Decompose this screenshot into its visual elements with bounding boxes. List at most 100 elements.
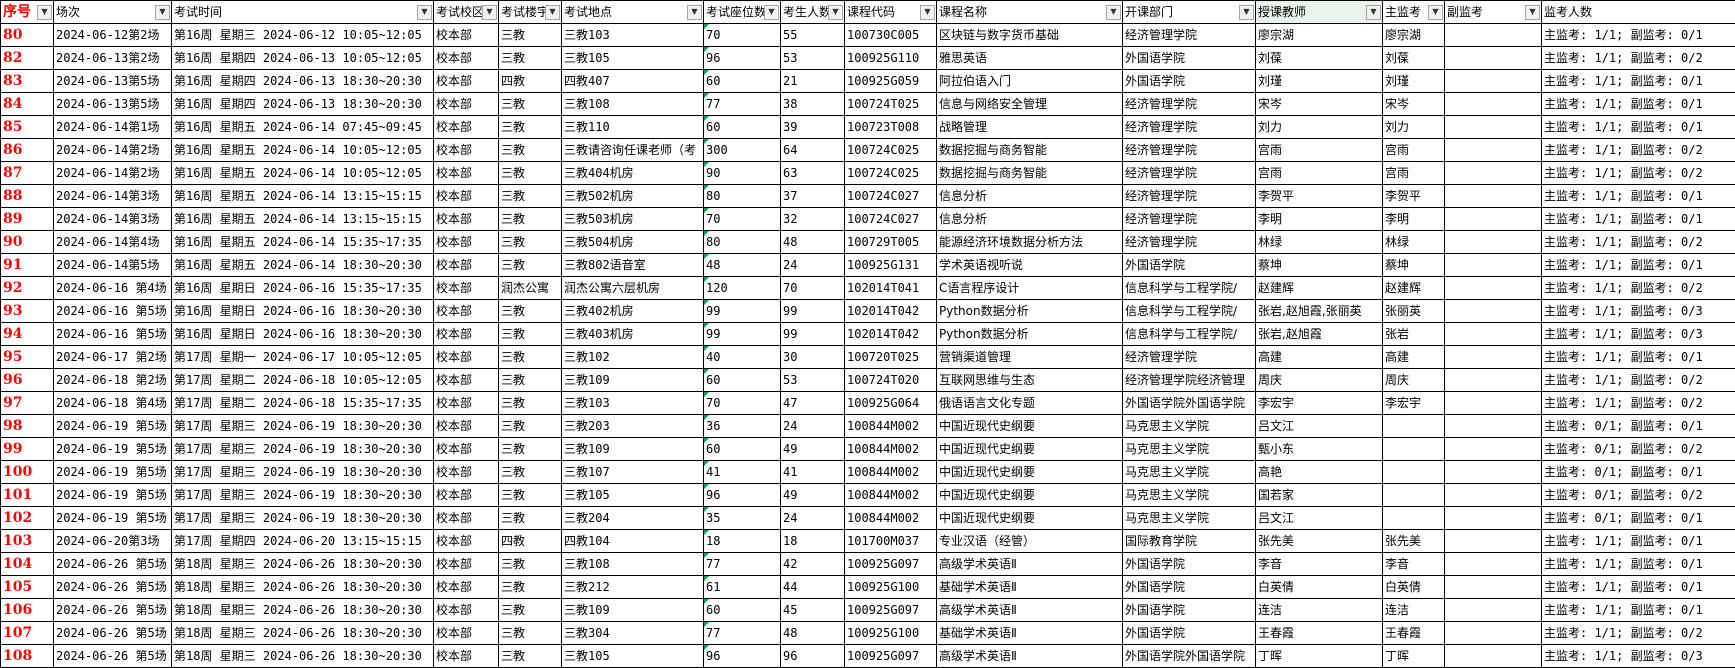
course-code-cell[interactable]: 100925G100 xyxy=(845,576,937,599)
seats-cell[interactable]: 18 xyxy=(704,530,781,553)
location-cell[interactable]: 三教404机房 xyxy=(562,162,704,185)
department-cell[interactable]: 外国语学院 xyxy=(1123,70,1256,93)
session-cell[interactable]: 2024-06-19 第5场 xyxy=(54,484,172,507)
exam-time-cell[interactable]: 第18周 星期三 2024-06-26 18:30~20:30 xyxy=(172,553,434,576)
teacher-cell[interactable]: 李音 xyxy=(1256,553,1383,576)
proctor-count-cell[interactable]: 主监考: 1/1; 副监考: 0/2 xyxy=(1542,139,1735,162)
course-name-cell[interactable]: 中国近现代史纲要 xyxy=(937,415,1123,438)
chief-proctor-cell[interactable]: 周庆 xyxy=(1383,369,1445,392)
course-code-cell[interactable]: 102014T041 xyxy=(845,277,937,300)
teacher-cell[interactable]: 白英倩 xyxy=(1256,576,1383,599)
seats-cell[interactable]: 80 xyxy=(704,185,781,208)
course-name-cell[interactable]: Python数据分析 xyxy=(937,323,1123,346)
seq-cell[interactable]: 84 xyxy=(1,93,54,116)
deputy-proctor-cell[interactable] xyxy=(1445,415,1542,438)
examinees-cell[interactable]: 45 xyxy=(781,599,845,622)
building-cell[interactable]: 三教 xyxy=(499,208,562,231)
deputy-proctor-cell[interactable] xyxy=(1445,277,1542,300)
examinees-cell[interactable]: 96 xyxy=(781,645,845,668)
examinees-cell[interactable]: 64 xyxy=(781,139,845,162)
examinees-cell[interactable]: 53 xyxy=(781,47,845,70)
filter-dropdown-icon[interactable]: ▼ xyxy=(687,5,702,20)
seats-cell[interactable]: 90 xyxy=(704,162,781,185)
exam-time-cell[interactable]: 第16周 星期五 2024-06-14 10:05~12:05 xyxy=(172,139,434,162)
building-cell[interactable]: 三教 xyxy=(499,392,562,415)
chief-proctor-cell[interactable] xyxy=(1383,484,1445,507)
session-cell[interactable]: 2024-06-19 第5场 xyxy=(54,461,172,484)
exam-time-cell[interactable]: 第18周 星期三 2024-06-26 18:30~20:30 xyxy=(172,576,434,599)
chief-proctor-cell[interactable]: 张丽英 xyxy=(1383,300,1445,323)
course-code-cell[interactable]: 102014T042 xyxy=(845,300,937,323)
campus-cell[interactable]: 校本部 xyxy=(434,185,499,208)
department-cell[interactable]: 马克思主义学院 xyxy=(1123,507,1256,530)
teacher-cell[interactable]: 赵建辉 xyxy=(1256,277,1383,300)
seats-cell[interactable]: 77 xyxy=(704,622,781,645)
course-code-cell[interactable]: 100729T005 xyxy=(845,231,937,254)
session-cell[interactable]: 2024-06-13第5场 xyxy=(54,70,172,93)
exam-time-cell[interactable]: 第18周 星期三 2024-06-26 18:30~20:30 xyxy=(172,645,434,668)
filter-dropdown-icon[interactable]: ▼ xyxy=(1106,5,1121,20)
course-name-cell[interactable]: Python数据分析 xyxy=(937,300,1123,323)
course-name-cell[interactable]: 基础学术英语Ⅱ xyxy=(937,622,1123,645)
seats-cell[interactable]: 70 xyxy=(704,24,781,47)
department-cell[interactable]: 经济管理学院 xyxy=(1123,93,1256,116)
seq-cell[interactable]: 95 xyxy=(1,346,54,369)
course-code-cell[interactable]: 100925G131 xyxy=(845,254,937,277)
department-cell[interactable]: 经济管理学院 xyxy=(1123,24,1256,47)
course-name-cell[interactable]: 中国近现代史纲要 xyxy=(937,507,1123,530)
deputy-proctor-cell[interactable] xyxy=(1445,208,1542,231)
proctor-count-cell[interactable]: 主监考: 1/1; 副监考: 0/1 xyxy=(1542,24,1735,47)
seq-cell[interactable]: 91 xyxy=(1,254,54,277)
course-code-cell[interactable]: 100720T025 xyxy=(845,346,937,369)
session-cell[interactable]: 2024-06-12第2场 xyxy=(54,24,172,47)
department-cell[interactable]: 马克思主义学院 xyxy=(1123,438,1256,461)
exam-time-cell[interactable]: 第17周 星期四 2024-06-20 13:15~15:15 xyxy=(172,530,434,553)
location-cell[interactable]: 三教304 xyxy=(562,622,704,645)
session-cell[interactable]: 2024-06-14第2场 xyxy=(54,139,172,162)
filter-dropdown-icon[interactable]: ▼ xyxy=(920,5,935,20)
session-cell[interactable]: 2024-06-26 第5场 xyxy=(54,576,172,599)
course-code-cell[interactable]: 100925G100 xyxy=(845,622,937,645)
course-code-cell[interactable]: 100844M002 xyxy=(845,484,937,507)
course-name-cell[interactable]: 学术英语视听说 xyxy=(937,254,1123,277)
proctor-count-cell[interactable]: 主监考: 1/1; 副监考: 0/1 xyxy=(1542,116,1735,139)
examinees-cell[interactable]: 70 xyxy=(781,277,845,300)
course-code-cell[interactable]: 100724C025 xyxy=(845,139,937,162)
chief-proctor-cell[interactable]: 张岩 xyxy=(1383,323,1445,346)
seats-cell[interactable]: 35 xyxy=(704,507,781,530)
examinees-cell[interactable]: 38 xyxy=(781,93,845,116)
deputy-proctor-cell[interactable] xyxy=(1445,576,1542,599)
exam-time-cell[interactable]: 第16周 星期日 2024-06-16 18:30~20:30 xyxy=(172,323,434,346)
location-cell[interactable]: 润杰公寓六层机房 xyxy=(562,277,704,300)
seq-cell[interactable]: 102 xyxy=(1,507,54,530)
exam-time-cell[interactable]: 第16周 星期五 2024-06-14 07:45~09:45 xyxy=(172,116,434,139)
session-cell[interactable]: 2024-06-18 第4场 xyxy=(54,392,172,415)
filter-dropdown-icon[interactable]: ▼ xyxy=(155,5,170,20)
course-code-cell[interactable]: 100844M002 xyxy=(845,415,937,438)
seats-cell[interactable]: 99 xyxy=(704,323,781,346)
teacher-cell[interactable]: 廖宗湖 xyxy=(1256,24,1383,47)
course-code-cell[interactable]: 100925G064 xyxy=(845,392,937,415)
seats-cell[interactable]: 61 xyxy=(704,576,781,599)
building-cell[interactable]: 三教 xyxy=(499,438,562,461)
exam-time-cell[interactable]: 第16周 星期五 2024-06-14 13:15~15:15 xyxy=(172,185,434,208)
department-cell[interactable]: 经济管理学院经济管理 xyxy=(1123,369,1256,392)
building-cell[interactable]: 三教 xyxy=(499,323,562,346)
building-cell[interactable]: 三教 xyxy=(499,24,562,47)
teacher-cell[interactable]: 高艳 xyxy=(1256,461,1383,484)
location-cell[interactable]: 三教105 xyxy=(562,47,704,70)
department-cell[interactable]: 国际教育学院 xyxy=(1123,530,1256,553)
session-cell[interactable]: 2024-06-14第4场 xyxy=(54,231,172,254)
building-cell[interactable]: 三教 xyxy=(499,599,562,622)
department-cell[interactable]: 信息科学与工程学院/ xyxy=(1123,277,1256,300)
campus-cell[interactable]: 校本部 xyxy=(434,346,499,369)
proctor-count-cell[interactable]: 主监考: 0/1; 副监考: 0/2 xyxy=(1542,438,1735,461)
teacher-cell[interactable]: 张岩,赵旭霞,张丽英 xyxy=(1256,300,1383,323)
seq-cell[interactable]: 82 xyxy=(1,47,54,70)
seq-cell[interactable]: 97 xyxy=(1,392,54,415)
campus-cell[interactable]: 校本部 xyxy=(434,392,499,415)
location-cell[interactable]: 三教108 xyxy=(562,93,704,116)
session-cell[interactable]: 2024-06-19 第5场 xyxy=(54,438,172,461)
filter-dropdown-icon[interactable]: ▼ xyxy=(37,5,52,20)
course-code-cell[interactable]: 100724C025 xyxy=(845,162,937,185)
